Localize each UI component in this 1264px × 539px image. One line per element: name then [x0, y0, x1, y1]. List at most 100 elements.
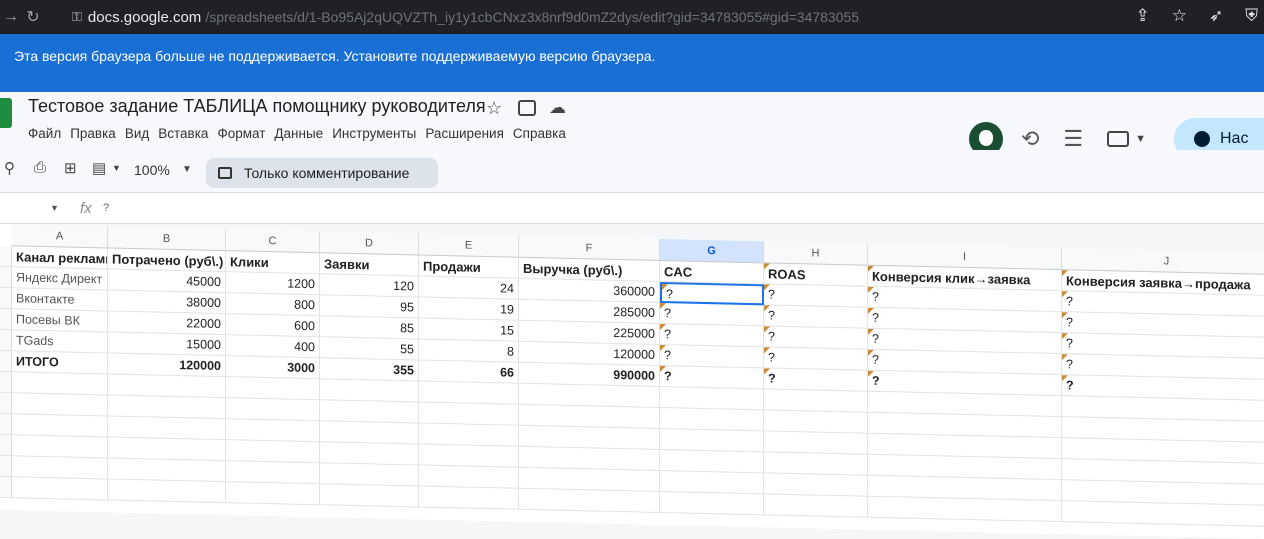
column-header-b[interactable]: B [108, 226, 226, 252]
share-page-icon[interactable]: ⇪ [1136, 6, 1150, 26]
empty-cell[interactable] [226, 419, 320, 443]
empty-cell[interactable] [12, 414, 108, 438]
empty-cell[interactable] [868, 496, 1062, 523]
row-header[interactable] [0, 372, 12, 394]
empty-cell[interactable] [660, 470, 764, 495]
data-cell[interactable]: Вконтакте [12, 288, 108, 312]
empty-cell[interactable] [764, 473, 868, 497]
menu-file[interactable]: Файл [28, 126, 61, 141]
data-cell[interactable]: 15 [419, 318, 519, 342]
data-cell[interactable]: 120 [320, 274, 419, 298]
empty-cell[interactable] [764, 410, 868, 434]
header-cell[interactable]: Канал рекламы [12, 246, 108, 270]
empty-cell[interactable] [764, 389, 868, 413]
column-header-d[interactable]: D [320, 231, 419, 256]
empty-cell[interactable] [1062, 501, 1264, 527]
column-header-h[interactable]: H [764, 241, 868, 266]
total-cell[interactable]: ? [660, 365, 764, 390]
reload-icon[interactable]: ↻ [22, 7, 44, 27]
data-cell[interactable]: ? [764, 326, 868, 350]
data-cell[interactable]: 45000 [108, 269, 226, 294]
comments-icon[interactable]: ☰ [1063, 126, 1083, 152]
row-header[interactable] [0, 330, 12, 352]
column-header-g[interactable]: G [660, 238, 764, 264]
empty-cell[interactable] [108, 458, 226, 483]
empty-cell[interactable] [108, 479, 226, 504]
row-header[interactable] [0, 351, 12, 373]
zoom-chevron-down-icon[interactable]: ▼ [182, 164, 192, 175]
search-icon[interactable]: ⚲ [4, 159, 15, 177]
total-cell[interactable]: 355 [320, 358, 419, 382]
print-icon[interactable]: ⎙ [34, 159, 46, 176]
empty-cell[interactable] [108, 416, 226, 441]
version-history-icon[interactable]: ⟲ [1021, 126, 1039, 152]
data-cell[interactable]: 19 [419, 297, 519, 321]
empty-cell[interactable] [320, 442, 419, 466]
row-header[interactable] [0, 246, 12, 268]
empty-cell[interactable] [419, 381, 519, 405]
data-cell[interactable]: TGads [12, 330, 108, 354]
star-icon[interactable]: ☆ [486, 98, 502, 119]
empty-cell[interactable] [764, 494, 868, 518]
menu-format[interactable]: Формат [217, 126, 265, 141]
meet-camera-icon[interactable] [1107, 131, 1130, 147]
filter-views-icon[interactable]: ▤ [92, 159, 106, 177]
empty-cell[interactable] [226, 377, 320, 401]
data-cell[interactable]: 24 [419, 276, 519, 300]
data-cell[interactable]: ? [660, 281, 764, 306]
data-cell[interactable]: 95 [320, 295, 419, 319]
column-header-e[interactable]: E [419, 233, 519, 258]
header-cell[interactable]: Потрачено (руб\.) [108, 248, 226, 273]
data-cell[interactable]: ? [660, 323, 764, 348]
forward-icon[interactable]: → [0, 8, 22, 26]
data-cell[interactable]: 8 [419, 339, 519, 363]
empty-cell[interactable] [226, 398, 320, 422]
data-cell[interactable]: ? [660, 302, 764, 327]
zoom-select[interactable]: 100% [134, 162, 170, 178]
empty-cell[interactable] [660, 407, 764, 432]
empty-cell[interactable] [660, 428, 764, 453]
filter-chevron-down-icon[interactable]: ▼ [112, 163, 121, 173]
empty-cell[interactable] [12, 393, 108, 417]
menu-data[interactable]: Данные [274, 126, 323, 141]
add-comment-icon[interactable]: ⊞ [64, 159, 77, 177]
chevron-down-icon[interactable]: ▼ [1135, 133, 1146, 145]
formula-input[interactable]: ? [103, 202, 109, 214]
total-cell[interactable]: 3000 [226, 356, 320, 380]
menu-insert[interactable]: Вставка [158, 126, 208, 141]
shield-icon[interactable]: ⛨ [1245, 6, 1258, 26]
row-header[interactable] [0, 309, 12, 331]
menu-extensions[interactable]: Расширения [425, 126, 504, 141]
row-header[interactable] [0, 435, 12, 457]
empty-cell[interactable] [12, 456, 108, 480]
empty-cell[interactable] [12, 477, 108, 501]
data-cell[interactable]: 1200 [226, 272, 320, 296]
empty-cell[interactable] [419, 402, 519, 426]
total-cell[interactable]: 66 [419, 360, 519, 384]
data-cell[interactable]: 38000 [108, 290, 226, 315]
empty-cell[interactable] [660, 449, 764, 474]
data-cell[interactable]: ? [764, 284, 868, 308]
data-cell[interactable]: Посевы ВК [12, 309, 108, 333]
empty-cell[interactable] [660, 386, 764, 411]
data-cell[interactable]: ? [764, 305, 868, 329]
data-cell[interactable]: 55 [320, 337, 419, 361]
data-cell[interactable]: 600 [226, 314, 320, 338]
menu-view[interactable]: Вид [125, 126, 149, 141]
empty-cell[interactable] [519, 488, 660, 513]
empty-cell[interactable] [320, 463, 419, 487]
document-title[interactable]: Тестовое задание ТАБЛИЦА помощнику руков… [28, 96, 486, 117]
row-header[interactable] [0, 288, 12, 310]
empty-cell[interactable] [108, 437, 226, 462]
data-cell[interactable]: Яндекс Директ [12, 267, 108, 291]
empty-cell[interactable] [320, 484, 419, 508]
empty-cell[interactable] [764, 452, 868, 476]
menu-edit[interactable]: Правка [70, 126, 116, 141]
data-cell[interactable]: ? [660, 344, 764, 369]
empty-cell[interactable] [108, 395, 226, 420]
header-cell[interactable]: ROAS [764, 263, 868, 287]
total-cell[interactable]: 120000 [108, 353, 226, 378]
url-domain[interactable]: docs.google.com [88, 9, 201, 26]
total-cell[interactable]: ИТОГО [12, 351, 108, 375]
empty-cell[interactable] [12, 372, 108, 396]
